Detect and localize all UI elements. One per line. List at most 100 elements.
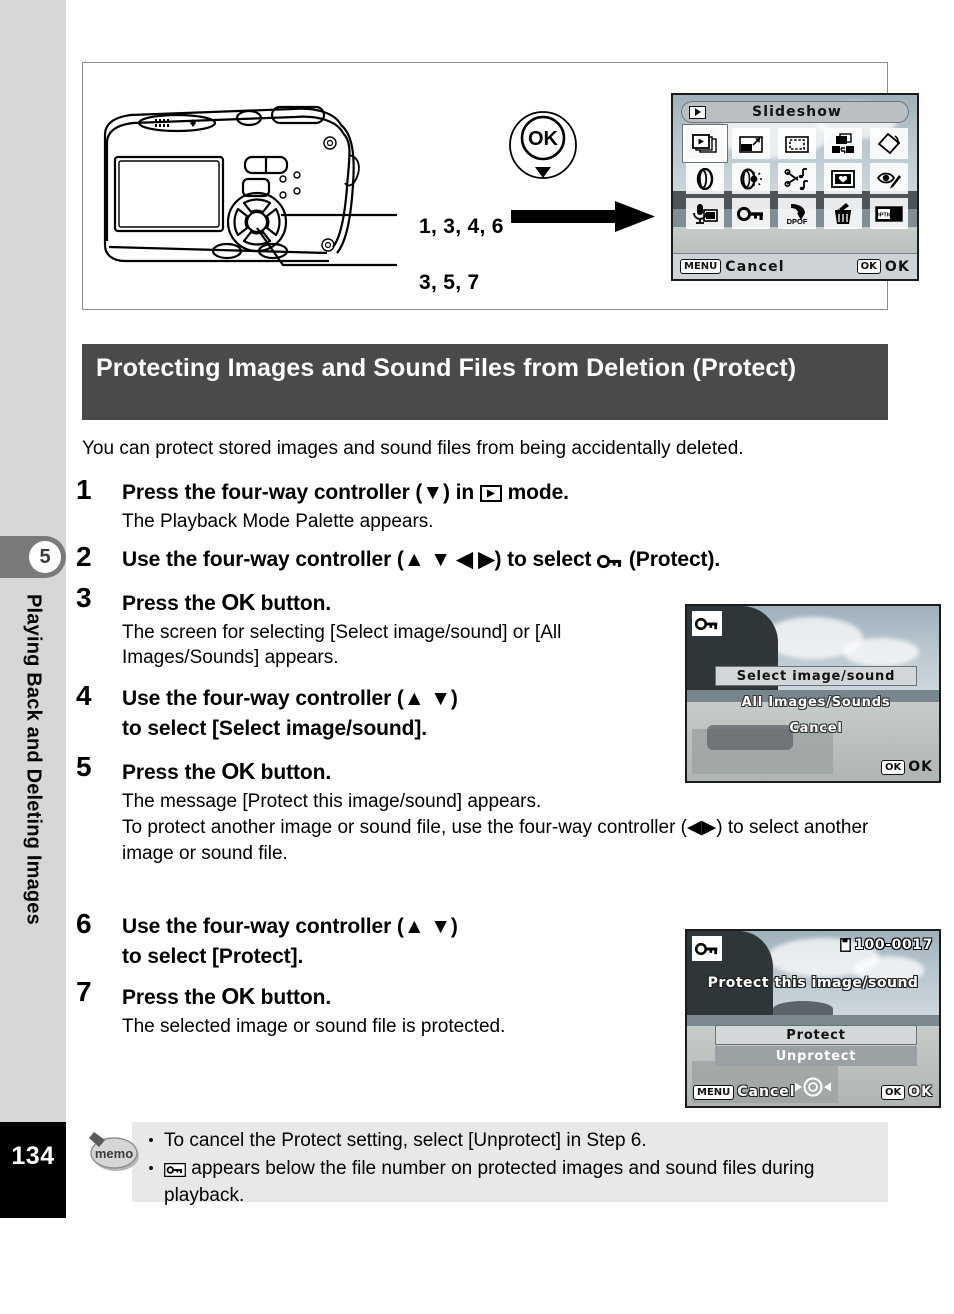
step-1-title-part2: ) in — [443, 481, 480, 504]
cropping-icon — [785, 135, 809, 153]
step-number: 5 — [76, 751, 92, 782]
palette-item-digital-filter[interactable] — [686, 163, 724, 194]
page-number: 134 — [11, 1142, 55, 1170]
palette-item-frame-composite[interactable] — [824, 163, 862, 194]
step-5-title-part1: Press the — [122, 761, 222, 784]
option-all-images-sounds[interactable]: All Images/Sounds — [715, 692, 917, 712]
step-1-title-part1: Press the four-way controller ( — [122, 481, 423, 504]
select-image-sound-screen: Select image/sound All Images/Sounds Can… — [685, 604, 941, 783]
protect-screen-cancel-control[interactable]: MENU Cancel — [693, 1084, 796, 1100]
step-2-title-part1: Use the four-way controller ( — [122, 548, 404, 571]
slideshow-icon — [692, 133, 717, 153]
playback-mode-icon — [479, 485, 502, 502]
select-screen-ok-label: OK — [908, 759, 933, 775]
palette-item-start-up-screen[interactable]: OPTIO — [870, 198, 908, 229]
menu-key-badge: MENU — [680, 259, 722, 274]
page-content: OK 1, 3, 4, 6 3, 5, 7 Slideshow DPOF OPT… — [66, 0, 954, 1314]
protect-key-icon — [597, 554, 622, 569]
palette-item-cropping[interactable] — [778, 128, 816, 159]
step-4-title-part2: ) — [450, 687, 458, 710]
step-7-title-part1: Press the — [122, 986, 222, 1009]
step-1-description: The Playback Mode Palette appears. — [122, 510, 434, 532]
step-5-desc2-part1: To protect another image or sound file, … — [122, 817, 688, 839]
intro-paragraph: You can protect stored images and sound … — [82, 438, 744, 459]
down-arrow-icon: ▼ — [422, 481, 443, 504]
dpof-icon: DPOF — [787, 203, 808, 225]
step-6-title-part1: Use the four-way controller ( — [122, 915, 404, 938]
voice-memo-icon — [693, 203, 718, 224]
frame-composite-icon — [831, 169, 855, 188]
palette-title-text: Slideshow — [752, 104, 842, 120]
brightness-filter-icon — [740, 167, 762, 190]
option-protect[interactable]: Protect — [715, 1025, 917, 1045]
ok-key-badge: OK — [856, 259, 881, 274]
step-5-title-part2: button. — [254, 761, 332, 784]
step-2-title: Use the four-way controller (▲ ▼ ◀ ▶) to… — [122, 545, 896, 575]
step-number: 1 — [76, 474, 92, 505]
step-5-description-2: To protect another image or sound file, … — [122, 815, 896, 866]
file-number-display: 100-0017 — [840, 937, 933, 953]
step-1-title: Press the four-way controller (▼) in mod… — [122, 478, 896, 508]
memo-box: memo • To cancel the Protect setting, se… — [89, 1122, 888, 1206]
up-down-arrows-icon: ▲ ▼ — [403, 915, 451, 938]
red-eye-compensation-icon — [876, 172, 901, 188]
file-number-text: 100-0017 — [854, 937, 933, 953]
protect-screen-ok-control[interactable]: OK OK — [881, 1084, 933, 1100]
playback-mode-palette-screen: Slideshow DPOF OPTIO MENU Cancel OK OK — [671, 93, 919, 281]
protect-status-badge — [692, 611, 722, 636]
left-right-arrows-icon: ◀▶ — [687, 817, 717, 839]
palette-item-image-rotation[interactable] — [870, 128, 908, 159]
palette-item-protect[interactable] — [732, 198, 770, 229]
step-number: 3 — [76, 582, 92, 613]
palette-ok-control[interactable]: OK OK — [856, 259, 910, 275]
right-arrow-icon — [511, 201, 655, 232]
protect-screen-cancel-label: Cancel — [737, 1084, 796, 1100]
palette-title-bar: Slideshow — [681, 101, 909, 123]
resize-icon — [739, 135, 763, 153]
palette-item-dpof[interactable]: DPOF — [778, 198, 816, 229]
chapter-sidebar: 5 Playing Back and Deleting Images 134 — [0, 0, 66, 1218]
figure-illustration-box: OK 1, 3, 4, 6 3, 5, 7 Slideshow DPOF OPT… — [82, 62, 919, 310]
svg-text:OPTIO: OPTIO — [875, 212, 893, 218]
palette-cancel-label: Cancel — [725, 258, 785, 275]
palette-item-resize[interactable] — [732, 128, 770, 159]
palette-item-brightness-filter[interactable] — [732, 163, 770, 194]
step-2-title-part2: ) to select — [494, 548, 598, 571]
step-7-title-part2: button. — [254, 986, 332, 1009]
playback-mode-icon — [689, 105, 706, 119]
step-3-title-part2: button. — [254, 592, 332, 615]
four-way-controller-icon — [795, 1077, 831, 1097]
callout-label-bottom: 3, 5, 7 — [419, 271, 480, 294]
palette-item-delete[interactable] — [824, 198, 862, 229]
protect-screen-ok-label: OK — [908, 1084, 933, 1100]
memo-item-1-text: To cancel the Protect setting, select [U… — [164, 1130, 647, 1151]
manual-page: 5 Playing Back and Deleting Images 134 O… — [0, 0, 954, 1314]
option-select-image-sound[interactable]: Select image/sound — [715, 666, 917, 686]
palette-item-voice-memo[interactable] — [686, 198, 724, 229]
down-arrow-icon — [535, 167, 551, 178]
chapter-title: Playing Back and Deleting Images — [0, 590, 66, 1190]
memo-item: • appears below the file number on prote… — [146, 1156, 878, 1210]
image-rotation-icon — [877, 132, 901, 154]
ok-button-word: OK — [221, 589, 255, 615]
option-cancel[interactable]: Cancel — [715, 718, 917, 738]
option-unprotect[interactable]: Unprotect — [715, 1046, 917, 1066]
ok-key-badge: OK — [881, 759, 906, 775]
palette-item-sound-editing[interactable] — [778, 163, 816, 194]
step-number: 4 — [76, 680, 92, 711]
palette-cancel-control[interactable]: MENU Cancel — [680, 259, 785, 275]
step-1: 1 Press the four-way controller (▼) in m… — [76, 474, 896, 534]
palette-item-slideshow[interactable] — [683, 125, 727, 162]
palette-item-image-copy[interactable] — [824, 128, 862, 159]
protect-key-icon — [695, 617, 718, 630]
palette-item-red-eye-compensation[interactable] — [870, 163, 908, 194]
step-5-description-1: The message [Protect this image/sound] a… — [122, 790, 542, 812]
step-6-title-line2: to select [Protect]. — [122, 944, 304, 968]
step-number: 2 — [76, 541, 92, 572]
memo-item-2-tail: appears below the file number on protect… — [164, 1157, 815, 1206]
bullet-icon: • — [148, 1159, 154, 1177]
select-screen-ok-control[interactable]: OK OK — [881, 759, 933, 775]
protect-key-icon — [164, 1162, 186, 1177]
callout-label-top: 1, 3, 4, 6 — [419, 215, 504, 238]
camera-illustration — [103, 105, 397, 267]
